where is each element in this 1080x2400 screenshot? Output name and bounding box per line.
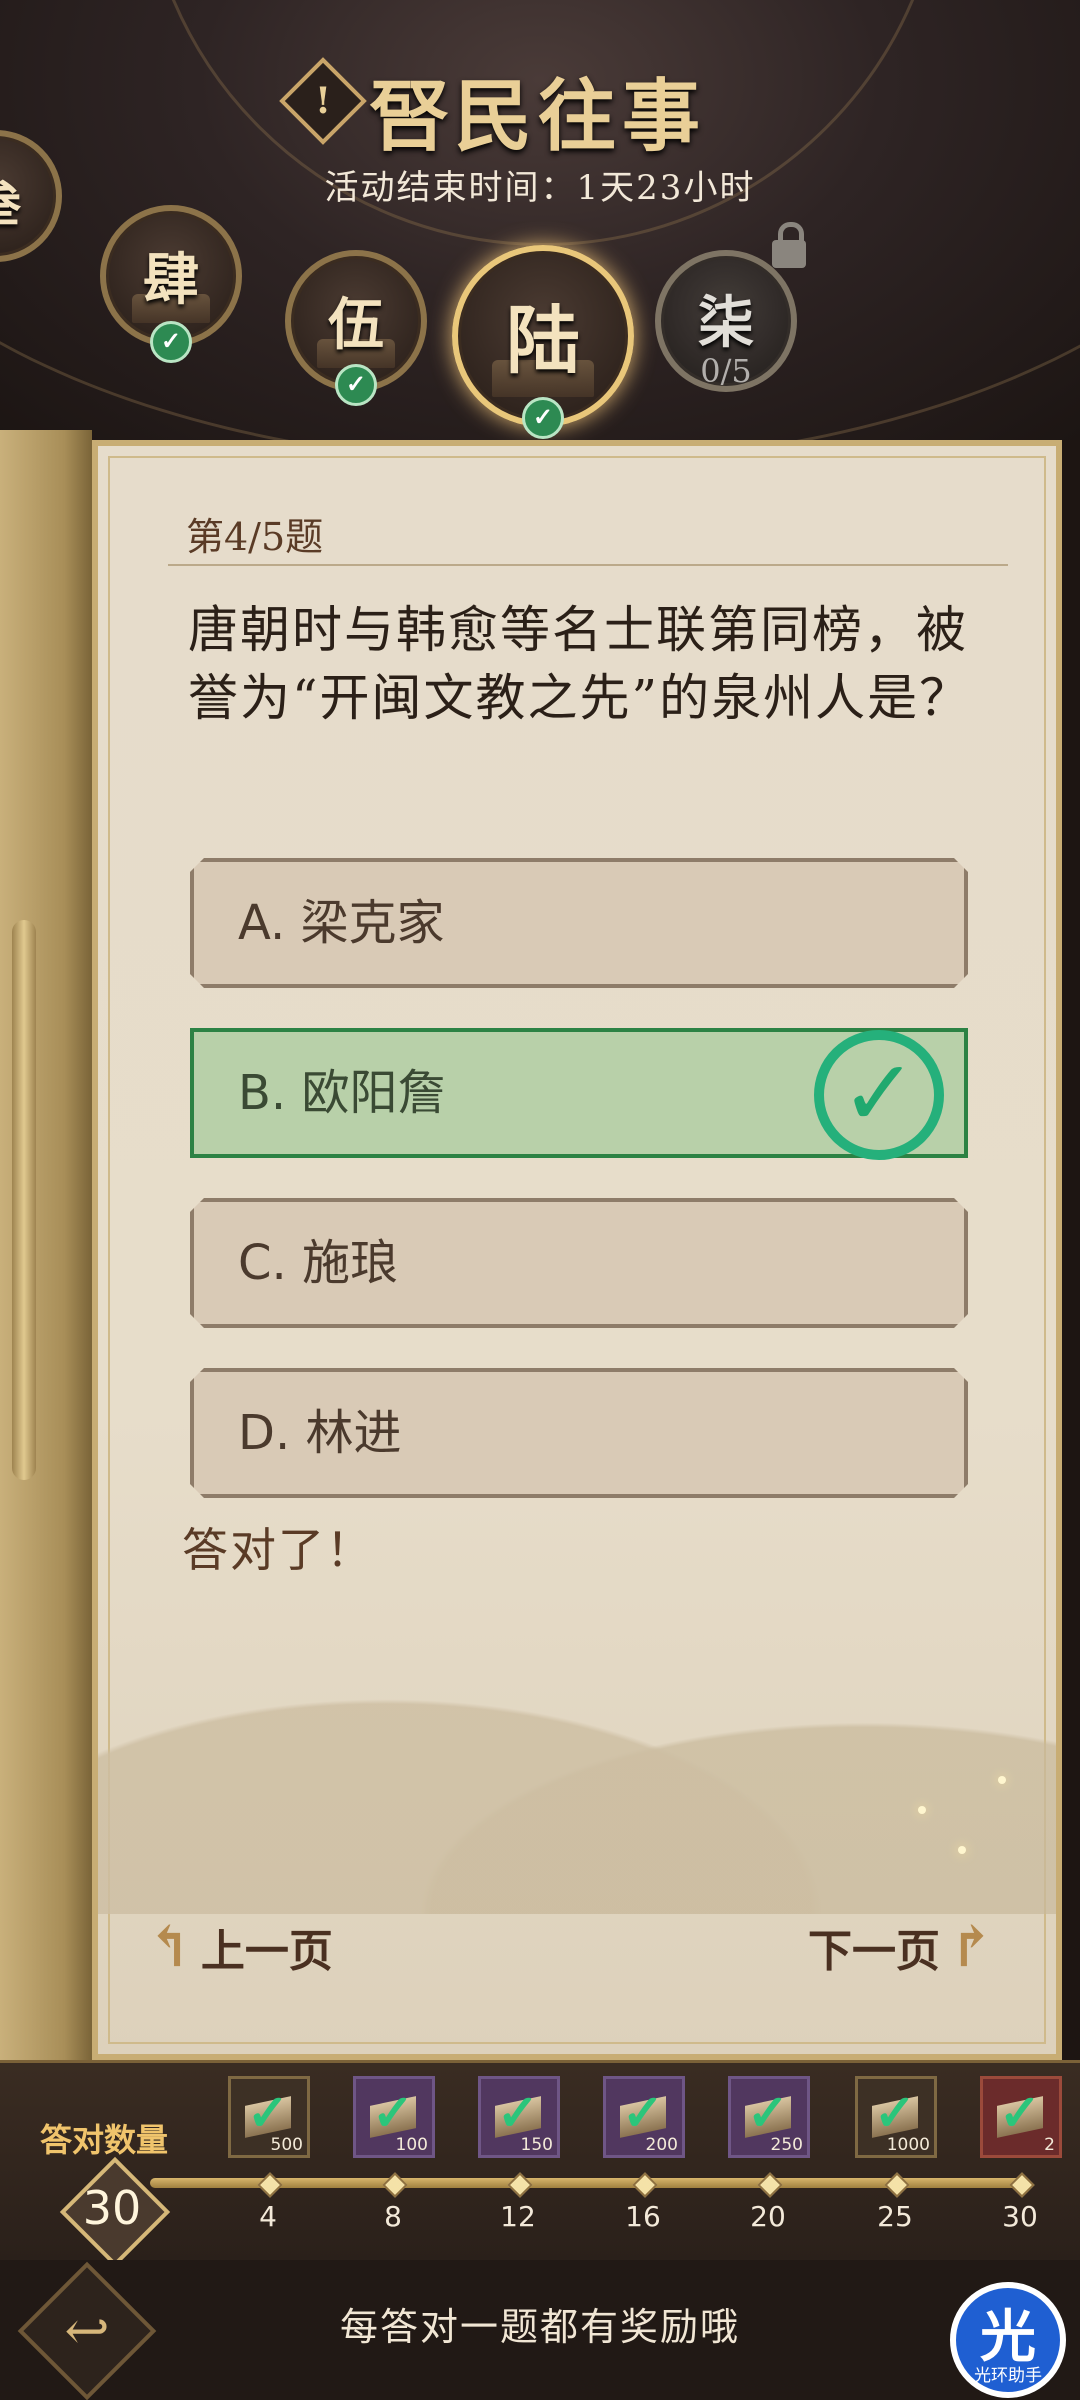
reward-amount: 2 [1044, 2135, 1055, 2155]
chapter-5-button[interactable]: 伍 ✓ [285, 250, 427, 406]
question-number: 第4/5题 [186, 515, 324, 559]
reward-chest[interactable]: ✓ 2 [980, 2076, 1062, 2158]
chapter-progress: 0/5 [700, 352, 752, 390]
milestone-label: 12 [500, 2200, 536, 2233]
sparkle [998, 1776, 1006, 1784]
assistant-floating-button[interactable]: 光 光环助手 [950, 2282, 1066, 2398]
reward-amount: 150 [520, 2135, 553, 2155]
completed-check-icon: ✓ [150, 321, 192, 363]
mountain-decor [98, 1584, 1056, 1914]
claimed-check-icon: ✓ [372, 2083, 414, 2142]
milestone-label: 16 [625, 2200, 661, 2233]
chapter-7-button[interactable]: 柒 0/5 [655, 250, 797, 392]
chapter-label: 叁 [0, 164, 56, 236]
option-label: A. 梁克家 [238, 895, 445, 951]
reward-amount: 200 [645, 2135, 678, 2155]
assistant-label: 光环助手 [974, 2366, 1042, 2386]
claimed-check-icon: ✓ [999, 2083, 1041, 2142]
chapter-label: 伍 [328, 292, 384, 358]
claimed-check-icon: ✓ [874, 2083, 916, 2142]
arrow-left-icon: ↰ [146, 1914, 193, 1980]
header: ! 唘民往事 活动结束时间：1天23小时 叁 肆 ✓ 伍 ✓ 陆 ✓ 柒 0/5 [0, 0, 1080, 440]
correct-count: 30 [82, 2181, 142, 2235]
next-page-button[interactable]: 下一页 ↱ [808, 1914, 1003, 1980]
reward-chest[interactable]: ✓ 500 [228, 2076, 310, 2158]
option-a[interactable]: A. 梁克家 [190, 858, 968, 988]
option-label: D. 林进 [238, 1405, 402, 1461]
reward-amount: 100 [395, 2135, 428, 2155]
completed-check-icon: ✓ [335, 364, 377, 406]
correct-check-icon: ✓ [814, 1030, 944, 1160]
correct-count-label: 答对数量 [40, 2121, 169, 2159]
option-b[interactable]: B. 欧阳詹 ✓ [190, 1028, 968, 1160]
claimed-check-icon: ✓ [497, 2083, 539, 2142]
reward-chest[interactable]: ✓ 150 [478, 2076, 560, 2158]
chapter-label: 肆 [143, 247, 199, 313]
milestone-label: 25 [877, 2200, 913, 2233]
reward-chest[interactable]: ✓ 100 [353, 2076, 435, 2158]
reward-amount: 500 [270, 2135, 303, 2155]
chapter-6-button[interactable]: 陆 ✓ [452, 245, 634, 439]
sparkle [918, 1806, 926, 1814]
claimed-check-icon: ✓ [247, 2083, 289, 2142]
reward-amount: 250 [770, 2135, 803, 2155]
info-icon: ! [315, 80, 331, 122]
reward-chest[interactable]: ✓ 200 [603, 2076, 685, 2158]
reward-amount: 1000 [886, 2135, 930, 2155]
reward-chest[interactable]: ✓ 1000 [855, 2076, 937, 2158]
option-label: C. 施琅 [238, 1235, 399, 1291]
claimed-check-icon: ✓ [622, 2083, 664, 2142]
reward-hint: 每答对一题都有奖励哦 [339, 2305, 740, 2349]
milestone-label: 30 [1002, 2200, 1038, 2233]
chapter-label: 柒 [698, 290, 754, 356]
divider [168, 564, 1008, 566]
chapter-4-button[interactable]: 肆 ✓ [100, 205, 242, 363]
option-d[interactable]: D. 林进 [190, 1368, 968, 1498]
option-label: B. 欧阳詹 [238, 1065, 446, 1121]
scroll-handle[interactable] [12, 920, 36, 1480]
event-timer: 活动结束时间：1天23小时 [324, 168, 756, 208]
prev-label: 上一页 [200, 1926, 333, 1977]
milestone-label: 8 [384, 2200, 402, 2233]
answer-feedback: 答对了！ [182, 1523, 374, 1577]
question-text: 唐朝时与韩愈等名士联第同榜，被誉为“开闽文教之先”的泉州人是？ [188, 601, 972, 727]
sparkle [958, 1846, 966, 1854]
milestone-label: 4 [259, 2200, 277, 2233]
prev-page-button[interactable]: ↰ 上一页 [138, 1914, 333, 1980]
option-c[interactable]: C. 施琅 [190, 1198, 968, 1328]
quiz-panel: 第4/5题 唐朝时与韩愈等名士联第同榜，被誉为“开闽文教之先”的泉州人是？ A.… [92, 440, 1062, 2060]
reward-chest[interactable]: ✓ 250 [728, 2076, 810, 2158]
completed-check-icon: ✓ [522, 397, 564, 439]
milestone-label: 20 [750, 2200, 786, 2233]
arrow-right-icon: ↱ [948, 1914, 995, 1980]
claimed-check-icon: ✓ [747, 2083, 789, 2142]
page-title: 唘民往事 [370, 71, 707, 162]
chapter-label: 陆 [506, 298, 580, 384]
next-label: 下一页 [808, 1926, 940, 1977]
lock-icon [772, 222, 806, 268]
bottom-bar: ↩ 每答对一题都有奖励哦 [0, 2260, 1080, 2400]
